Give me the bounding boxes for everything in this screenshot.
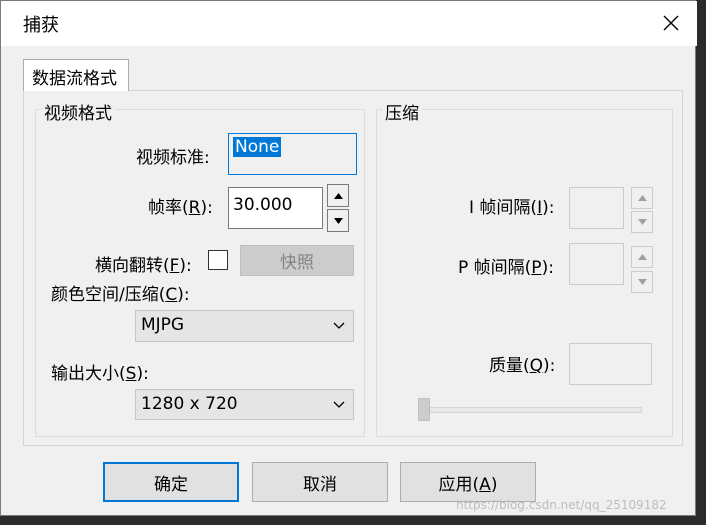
pframe-down-button[interactable]: [631, 271, 653, 293]
iframe-up-button[interactable]: [631, 187, 653, 209]
apply-button-label: 应用(A): [438, 474, 498, 495]
close-icon: [663, 15, 679, 31]
pframe-interval-label: P 帧间隔(P):: [458, 258, 554, 278]
chevron-down-icon: [333, 401, 345, 408]
flip-checkbox[interactable]: [208, 250, 228, 270]
quality-slider-thumb[interactable]: [418, 398, 430, 421]
colorspace-select[interactable]: MJPG: [135, 310, 354, 342]
compression-group-label: 压缩: [382, 99, 422, 124]
flip-label: 横向翻转(F):: [95, 256, 192, 276]
arrow-up-icon: [333, 192, 343, 199]
tab-stream-format[interactable]: 数据流格式: [23, 59, 129, 91]
framerate-up-button[interactable]: [327, 184, 349, 207]
iframe-interval-input[interactable]: [569, 187, 624, 229]
pframe-interval-input[interactable]: [569, 243, 624, 285]
snapshot-button[interactable]: 快照: [240, 245, 354, 276]
title-bar: 捕获: [1, 1, 697, 46]
arrow-up-icon: [637, 254, 647, 260]
output-size-label: 输出大小(S):: [51, 364, 149, 384]
video-standard-value: None: [233, 137, 282, 157]
snapshot-button-label: 快照: [280, 253, 314, 273]
arrow-up-icon: [637, 195, 647, 201]
quality-label: 质量(Q):: [489, 356, 556, 376]
iframe-interval-label: I 帧间隔(I):: [469, 198, 555, 218]
video-standard-field[interactable]: None: [228, 133, 357, 175]
close-button[interactable]: [651, 5, 691, 41]
watermark: https://blog.csdn.net/qq_25109182: [456, 498, 667, 512]
quality-input[interactable]: [569, 343, 652, 385]
framerate-label: 帧率(R):: [148, 198, 213, 218]
output-size-select[interactable]: 1280 x 720: [135, 389, 354, 420]
video-format-group-label: 视频格式: [41, 99, 115, 124]
ok-button-label: 确定: [154, 474, 188, 495]
pframe-up-button[interactable]: [631, 246, 653, 268]
video-standard-label: 视频标准:: [136, 148, 210, 168]
arrow-down-icon: [333, 217, 343, 224]
tab-label: 数据流格式: [32, 69, 117, 89]
iframe-down-button[interactable]: [631, 211, 653, 233]
framerate-input[interactable]: 30.000: [228, 187, 323, 229]
colorspace-label: 颜色空间/压缩(C):: [51, 285, 190, 305]
apply-button[interactable]: 应用(A): [400, 462, 536, 502]
output-size-value: 1280 x 720: [141, 394, 238, 414]
framerate-down-button[interactable]: [327, 209, 349, 232]
arrow-down-icon: [637, 279, 647, 285]
chevron-down-icon: [333, 322, 345, 329]
colorspace-value: MJPG: [141, 315, 185, 335]
cancel-button[interactable]: 取消: [252, 462, 388, 502]
capture-dialog: 捕获 数据流格式 视频格式 视频标准: None 帧率(R): 30.000 横…: [0, 0, 697, 516]
arrow-down-icon: [637, 219, 647, 225]
quality-slider-track[interactable]: [421, 407, 642, 413]
framerate-value: 30.000: [233, 195, 293, 215]
window-title: 捕获: [23, 15, 59, 36]
ok-button[interactable]: 确定: [103, 462, 239, 502]
cancel-button-label: 取消: [303, 474, 337, 495]
